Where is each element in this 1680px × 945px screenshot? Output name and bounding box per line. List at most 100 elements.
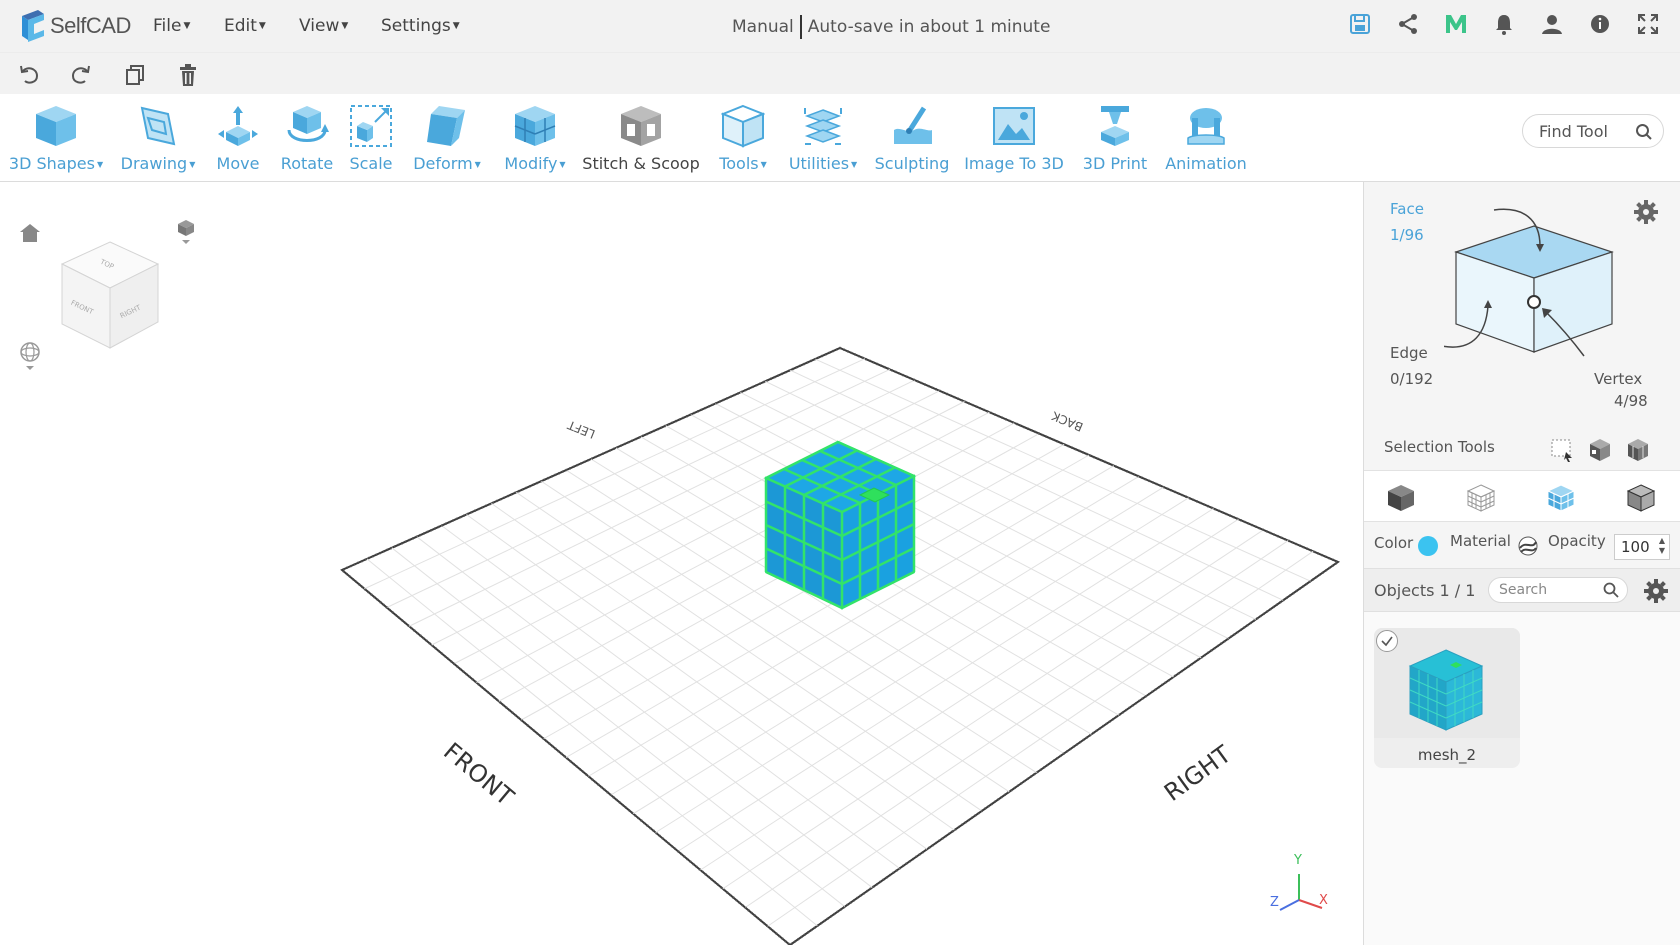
edge-mode-label[interactable]: Edge <box>1390 344 1428 362</box>
shaded-wire-mode-icon[interactable] <box>1546 483 1576 517</box>
tool-label: Utilities <box>788 154 850 173</box>
tool-modify[interactable]: Modify ▼ <box>502 100 568 173</box>
properties-row: Color Material Opacity 100 ▲ ▼ <box>1364 522 1680 568</box>
tools-icon <box>720 100 766 148</box>
modify-icon <box>512 100 558 148</box>
tool-label: Scale <box>349 154 393 173</box>
home-icon[interactable] <box>20 224 40 242</box>
axis-label-z: Z <box>1270 895 1279 910</box>
box-select-icon[interactable] <box>1550 438 1574 466</box>
printer-3d-icon <box>1092 100 1138 148</box>
object-card[interactable]: mesh_2 <box>1374 628 1520 768</box>
tool-deform[interactable]: Deform ▼ <box>412 100 482 173</box>
right-panel: Face 1/96 Edge 0/192 Vertex 4/98 Selecti… <box>1363 182 1680 945</box>
axis-indicator: Y X Z <box>1270 853 1328 911</box>
grid-label-back: BACK <box>1049 408 1085 434</box>
grid-label-right: RIGHT <box>1159 740 1236 807</box>
tool-image-to-3d[interactable]: Image To 3D <box>964 100 1064 173</box>
menu-file[interactable]: File ▼ <box>153 16 190 36</box>
selection-tools-label: Selection Tools <box>1384 438 1495 456</box>
fullscreen-icon[interactable] <box>1636 12 1660 36</box>
wireframe-mode-icon[interactable] <box>1466 483 1496 517</box>
image-to-3d-icon <box>991 100 1037 148</box>
user-icon[interactable] <box>1540 12 1564 36</box>
menu-settings[interactable]: Settings ▼ <box>381 16 460 36</box>
search-icon[interactable] <box>1635 123 1653 145</box>
tool-label: 3D Print <box>1082 154 1148 173</box>
tool-tools[interactable]: Tools ▼ <box>715 100 771 173</box>
move-icon <box>215 100 261 148</box>
axis-label-x: X <box>1319 893 1328 908</box>
cube-select-icon[interactable] <box>1588 438 1612 466</box>
orbit-icon[interactable] <box>20 342 40 370</box>
save-icon[interactable] <box>1348 12 1372 36</box>
opacity-label: Opacity <box>1548 532 1606 550</box>
tool-drawing[interactable]: Drawing ▼ <box>120 100 196 173</box>
mesh-cube[interactable] <box>763 440 917 610</box>
opacity-stepper[interactable]: ▲ ▼ <box>1659 536 1665 556</box>
deform-icon <box>424 100 470 148</box>
selection-tools-row: Selection Tools <box>1364 428 1680 470</box>
edit-bar <box>0 52 1680 94</box>
copy-icon[interactable] <box>123 63 147 87</box>
view-cube[interactable]: TOP FRONT RIGHT <box>60 241 160 349</box>
gear-icon[interactable] <box>1644 579 1668 607</box>
selfcad-logo[interactable]: SelfCAD <box>18 8 131 44</box>
tool-label: Modify <box>504 154 558 173</box>
tool-3d-shapes[interactable]: 3D Shapes ▼ <box>8 100 104 173</box>
face-mode-label[interactable]: Face <box>1390 200 1424 218</box>
edges-mode-icon[interactable] <box>1626 483 1656 517</box>
axis-label-y: Y <box>1293 853 1302 868</box>
info-icon[interactable] <box>1588 12 1612 36</box>
scale-icon <box>348 100 394 148</box>
opacity-input[interactable]: 100 ▲ ▼ <box>1614 534 1670 560</box>
tool-utilities[interactable]: Utilities ▼ <box>788 100 858 173</box>
top-bar: SelfCAD File ▼ Edit ▼ View ▼ Settings ▼ Manu… <box>0 0 1680 52</box>
undo-icon[interactable] <box>17 63 41 87</box>
menu-edit[interactable]: Edit ▼ <box>224 16 266 36</box>
object-name: mesh_2 <box>1417 746 1477 764</box>
tool-sculpting[interactable]: Sculpting <box>875 100 949 173</box>
view-cube-widget[interactable]: TOP FRONT RIGHT <box>14 218 204 388</box>
color-swatch[interactable] <box>1418 536 1438 556</box>
color-label: Color <box>1374 534 1414 552</box>
3d-viewport[interactable]: LEFT BACK FRONT RIGHT Y X Z TOP FRONT RI… <box>0 182 1363 945</box>
objects-header: Objects 1 / 1 Search <box>1364 568 1680 612</box>
tool-scale[interactable]: Scale <box>348 100 394 173</box>
share-icon[interactable] <box>1396 12 1420 36</box>
tool-label: Image To 3D <box>964 154 1064 173</box>
m-logo-icon[interactable] <box>1444 12 1468 36</box>
find-tool-placeholder: Find Tool <box>1539 121 1608 141</box>
mesh-select-icon[interactable] <box>1626 438 1650 466</box>
gear-icon[interactable] <box>1634 200 1658 228</box>
object-thumbnail[interactable] <box>1374 628 1520 738</box>
delete-icon[interactable] <box>176 63 200 87</box>
save-mode[interactable]: Manual <box>732 17 794 37</box>
perspective-icon[interactable] <box>178 220 194 244</box>
tool-move[interactable]: Move <box>213 100 263 173</box>
bell-icon[interactable] <box>1492 12 1516 36</box>
tool-3d-print[interactable]: 3D Print <box>1080 100 1150 173</box>
vertex-count: 4/98 <box>1614 392 1648 410</box>
objects-search-input[interactable]: Search <box>1488 577 1628 603</box>
solid-mode-icon[interactable] <box>1386 483 1416 517</box>
find-tool-input[interactable]: Find Tool <box>1522 114 1664 148</box>
tool-ribbon: 3D Shapes ▼ Drawing ▼ Move Rotate Scale De… <box>0 94 1680 182</box>
redo-icon[interactable] <box>69 63 93 87</box>
tool-animation[interactable]: Animation <box>1165 100 1247 173</box>
object-visibility-checkbox[interactable] <box>1376 630 1398 652</box>
animation-icon <box>1183 100 1229 148</box>
objects-count: Objects 1 / 1 <box>1374 581 1476 600</box>
tool-label: Drawing <box>120 154 188 173</box>
tool-stitch-scoop[interactable]: Stitch & Scoop <box>582 100 700 173</box>
app-name: SelfCAD <box>50 13 131 38</box>
objects-list: mesh_2 <box>1364 612 1680 945</box>
menu-view[interactable]: View ▼ <box>299 16 348 36</box>
tool-rotate[interactable]: Rotate <box>279 100 335 173</box>
material-sphere-icon[interactable] <box>1518 536 1538 560</box>
tool-label: Deform <box>413 154 473 173</box>
tool-label: Move <box>216 154 260 173</box>
search-icon[interactable] <box>1603 582 1619 602</box>
tool-label: 3D Shapes <box>8 154 95 173</box>
display-mode-row <box>1364 470 1680 522</box>
